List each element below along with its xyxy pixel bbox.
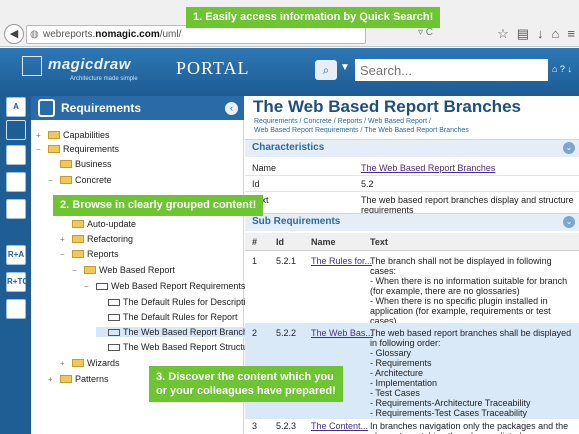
url-path: /uml/ — [159, 29, 182, 40]
char-label: Name — [252, 163, 277, 173]
tree-item[interactable]: + Patterns — [48, 374, 109, 384]
globe-icon: ◍ — [30, 29, 39, 40]
tree-item[interactable]: The Web Based Report Structure — [96, 342, 256, 352]
strip-button-structure[interactable] — [6, 299, 26, 319]
cell-id: 5.2.2 — [276, 328, 297, 338]
search-input[interactable] — [355, 59, 548, 81]
char-label: Id — [252, 179, 260, 189]
requirements-icon — [38, 99, 55, 117]
char-value-link[interactable]: The Web Based Report Branches — [361, 163, 575, 173]
char-value: The web based report branches display an… — [361, 195, 574, 215]
strip-button-view[interactable] — [6, 199, 26, 219]
search-icon[interactable]: ⌕ — [315, 60, 337, 80]
callout-discover: 3. Discover the content which you or you… — [149, 366, 343, 402]
tree-item[interactable]: − Reports — [60, 249, 119, 259]
table-header — [245, 233, 579, 251]
tree-item[interactable]: The Default Rules for Description — [96, 297, 256, 307]
strip-button-architecture[interactable]: A — [6, 97, 26, 117]
cell-name-link[interactable]: The Content... — [311, 421, 368, 431]
tree-item[interactable]: Business — [48, 159, 112, 169]
tree-item[interactable]: − Web Based Report Requirements — [84, 281, 245, 291]
tree-item[interactable]: Auto-update — [60, 219, 136, 229]
strip-button-diagram[interactable] — [6, 172, 26, 192]
back-button[interactable]: ◀ — [4, 24, 24, 44]
home-icon[interactable]: ⌂ — [552, 26, 560, 42]
column-header[interactable]: # — [252, 237, 257, 247]
collapse-panel-icon[interactable]: ‹ — [225, 102, 238, 115]
column-header[interactable]: Name — [311, 237, 336, 247]
logo-tagline: Architecture made simple — [70, 76, 138, 82]
tree-item[interactable]: + Refactoring — [60, 234, 133, 244]
logo-mark-icon — [22, 56, 42, 76]
tree-panel-title: Requirements — [61, 101, 142, 115]
clipboard-icon[interactable]: ▤ — [517, 26, 529, 42]
page-title: The Web Based Report Branches — [253, 97, 521, 116]
browser-nav-icons: ☆ ▤ ↓ ⌂ ≡ — [497, 26, 575, 42]
bookmark-star-icon[interactable]: ☆ — [497, 26, 509, 42]
cell-text: The branch shall not be displayed in fol… — [370, 256, 568, 326]
tree-item[interactable]: − Web Based Report — [72, 265, 175, 275]
cell-id: 5.2.1 — [276, 256, 297, 266]
menu-icon[interactable]: ≡ — [567, 26, 575, 42]
cell-num: 3 — [252, 421, 258, 431]
strip-button-req-testcase[interactable]: R+TC — [6, 272, 28, 292]
cell-num: 1 — [252, 256, 258, 266]
chevron-down-icon[interactable]: ⌄ — [563, 142, 575, 154]
search-scope-chevron-down-icon[interactable]: ▼ — [340, 62, 350, 73]
url-domain: nomagic.com — [95, 29, 160, 40]
tree-item[interactable]: + Wizards — [60, 358, 120, 368]
char-value: 5.2 — [361, 179, 374, 189]
tree-item[interactable]: + Capabilities — [36, 130, 110, 140]
breadcrumb[interactable]: Requirements / Concrete / Reports / Web … — [254, 117, 574, 135]
cell-text: The web based report branches shall be d… — [370, 328, 572, 418]
chevron-down-icon[interactable]: ⌄ — [563, 216, 575, 228]
tree-item[interactable]: − Concrete — [48, 175, 112, 185]
cell-name-link[interactable]: The Web Bas... — [311, 328, 373, 338]
tree-item-selected[interactable]: The Web Based Report Branches — [96, 327, 258, 337]
callout-browse: 2. Browse in clearly grouped content! — [53, 195, 264, 216]
header-icons[interactable]: ⌂ ? ↓ — [552, 64, 572, 74]
strip-button-docs[interactable] — [6, 145, 26, 165]
characteristics-title: Characteristics — [252, 142, 325, 153]
column-header[interactable]: Id — [276, 237, 284, 247]
breadcrumb-line[interactable]: Web Based Report Requirements / The Web … — [254, 126, 574, 135]
portal-title: PORTAL — [176, 58, 250, 78]
cell-id: 5.2.3 — [276, 421, 297, 431]
strip-button-req-arch[interactable]: R+A — [6, 245, 26, 265]
tree-item[interactable]: The Default Rules for Report — [96, 312, 238, 322]
cell-num: 2 — [252, 328, 258, 338]
cell-name-link[interactable]: The Rules for... — [311, 256, 372, 266]
divider — [245, 175, 579, 176]
url-prefix: webreports. — [43, 29, 96, 40]
logo-text: magicdraw — [48, 56, 131, 73]
column-header[interactable]: Text — [370, 237, 388, 247]
cell-text: In branches navigation only the packages… — [370, 421, 569, 434]
subreq-title: Sub Requirements — [252, 216, 341, 227]
strip-button-requirements[interactable] — [6, 120, 26, 140]
callout-quick-search: 1. Easily access information by Quick Se… — [186, 7, 441, 28]
reload-icon[interactable]: ▿ C — [418, 27, 433, 38]
download-icon[interactable]: ↓ — [537, 26, 544, 42]
breadcrumb-line[interactable]: Requirements / Concrete / Reports / Web … — [254, 117, 574, 126]
tree-item[interactable]: − Requirements — [36, 144, 119, 154]
divider — [245, 191, 579, 192]
